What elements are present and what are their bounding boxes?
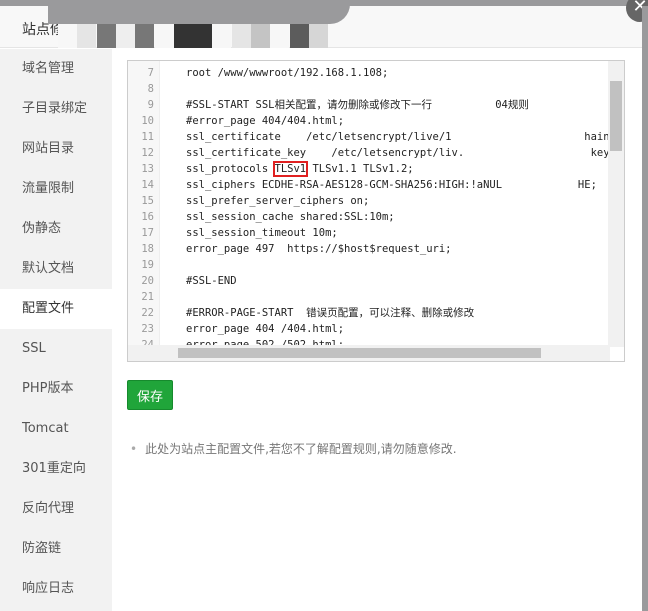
code-text: ssl_ciphers ECDHE-RSA-AES128-GCM-SHA256:… [186,179,597,191]
code-text: error_page 497 https://$host$request_uri… [186,243,452,255]
code-text: #SSL-END [186,275,237,287]
code-text: #SSL-START SSL相关配置，请勿删除或修改下一行 04规则 [186,99,529,111]
redacted-area [48,0,350,24]
code-text: ssl_prefer_server_ciphers on; [186,195,370,207]
code-line: 8 [128,81,608,97]
sidebar-item[interactable]: 301重定向 [0,449,112,489]
horizontal-scrollbar[interactable] [128,345,610,361]
mosaic-cell [96,24,116,48]
background-overlay [642,6,648,611]
mosaic-cell [289,24,309,48]
vertical-scrollbar[interactable] [608,61,624,347]
save-button[interactable]: 保存 [127,380,173,410]
code-line: 21 [128,289,608,305]
code-line: 11 ssl_certificate /etc/letsencrypt/live/… [128,129,624,145]
mosaic-cell [212,24,232,48]
line-number: 22 [141,307,154,319]
line-number: 18 [141,243,154,255]
code-line: 13 ssl_protocols TLSv1 TLSv1.1 TLSv1.2; [128,161,608,177]
mosaic-cell [251,24,270,48]
sidebar-item[interactable]: SSL [0,329,112,369]
line-number: 20 [141,275,154,287]
mosaic-cell [58,24,77,48]
scrollbar-thumb[interactable] [178,348,541,358]
code-line: 9 #SSL-START SSL相关配置，请勿删除或修改下一行 04规则 [128,97,608,113]
mosaic-cell [193,24,213,48]
line-number: 21 [141,291,154,303]
code-text: error_page 404 /404.html; [186,323,345,335]
mosaic-cell [135,24,155,48]
mosaic-cell [115,24,135,48]
code-line: 16 ssl_session_cache shared:SSL:10m; [128,209,608,225]
sidebar-item[interactable]: 反向代理 [0,489,112,529]
code-text: ssl_session_timeout 10m; [186,227,338,239]
dialog-titlebar: 站点修 [0,0,642,48]
line-number: 23 [141,323,154,335]
line-number: 14 [141,179,154,191]
line-number: 10 [141,115,154,127]
site-settings-dialog: 站点修 域名管理 子目录绑定 网站目录 流量限制 伪静态 默认文档 配置文件 SSL PHP版本… [0,0,642,611]
code-line: 23 error_page 404 /404.html; [128,321,608,337]
scrollbar-thumb[interactable] [610,81,622,151]
code-text: #error_page 404/404.html; [186,115,345,127]
code-line: 10 #error_page 404/404.html; [128,113,608,129]
line-number: 12 [141,147,154,159]
sidebar-item[interactable]: 响应日志 [0,569,112,609]
line-number: 17 [141,227,154,239]
code-line: 20 #SSL-END [128,273,608,289]
line-number: 8 [147,83,154,95]
mosaic-cell [173,24,193,48]
code-text: root /www/wwwroot/192.168.1.108; [186,67,389,79]
code-text: #ERROR-PAGE-START 错误页配置，可以注释、删除或修改 [186,307,475,319]
code-line: 18 error_page 497 https://$host$request_u… [128,241,608,257]
line-number: 13 [141,163,154,175]
code-line: 22 #ERROR-PAGE-START 错误页配置，可以注释、删除或修改 [128,305,608,321]
sidebar-item[interactable]: 默认文档 [0,249,112,289]
code-text: ssl_certificate /etc/letsencrypt/live/1 … [186,131,625,143]
sidebar-item[interactable]: 防盗链 [0,529,112,569]
sidebar-item[interactable]: 网站目录 [0,129,112,169]
sidebar: 域名管理 子目录绑定 网站目录 流量限制 伪静态 默认文档 配置文件 SSL PHP版本 Tomc… [0,49,112,611]
code-text: ssl_session_cache shared:SSL:10m; [186,211,395,223]
sidebar-item[interactable]: Tomcat [0,409,112,449]
line-number: 15 [141,195,154,207]
code-text: TLSv1.1 TLSv1.2; [306,163,414,175]
mosaic-cell [77,24,97,48]
code-line: 19 [128,257,608,273]
config-editor[interactable]: 7 root /www/wwwroot/192.168.1.108; 8 9 #SSL-… [127,60,625,362]
code-line: 15 ssl_prefer_server_ciphers on; [128,193,608,209]
mosaic-cell [270,24,290,48]
sidebar-item[interactable]: PHP版本 [0,369,112,409]
line-number: 19 [141,259,154,271]
config-note: 此处为站点主配置文件,若您不了解配置规则,请勿随意修改. [130,440,456,457]
code-line: 12 ssl_certificate_key /etc/letsencrypt/l… [128,145,624,161]
code-line: 7 root /www/wwwroot/192.168.1.108; [128,65,608,81]
mosaic-cell [308,24,328,48]
mosaic-cell [154,24,174,48]
code-line: 17 ssl_session_timeout 10m; [128,225,608,241]
highlighted-tlsv1: TLSv1 [272,161,309,177]
line-number: 7 [147,67,154,79]
sidebar-item[interactable]: 配置文件 [0,289,112,329]
line-number: 11 [141,131,154,143]
sidebar-item[interactable]: 伪静态 [0,209,112,249]
code-text: ssl_protocols [186,163,275,175]
code-line: 14 ssl_ciphers ECDHE-RSA-AES128-GCM-SHA25… [128,177,608,193]
line-number: 9 [147,99,154,111]
code-text: ssl_certificate_key /etc/letsencrypt/liv… [186,147,625,159]
sidebar-item[interactable]: 子目录绑定 [0,89,112,129]
sidebar-item[interactable]: 域名管理 [0,49,112,89]
line-number: 16 [141,211,154,223]
sidebar-item[interactable]: 流量限制 [0,169,112,209]
mosaic-cell [231,24,251,48]
